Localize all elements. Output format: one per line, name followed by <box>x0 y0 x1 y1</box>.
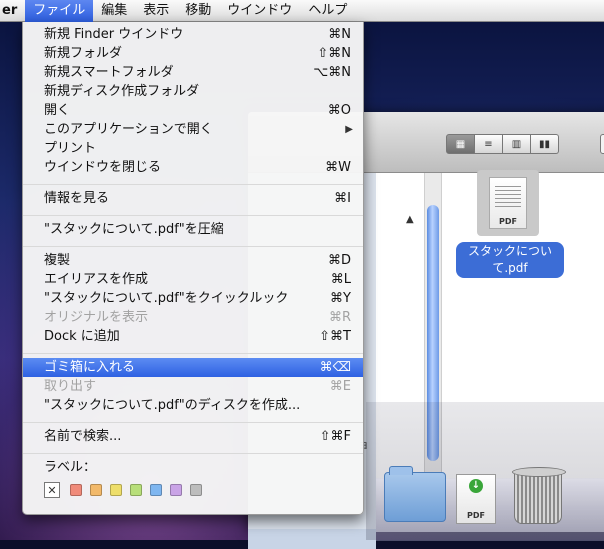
menu-item-add-to-dock[interactable]: Dock に追加 ⇧⌘T <box>23 327 363 346</box>
dock-pdf-badge: PDF <box>467 511 485 520</box>
menu-separator <box>23 215 363 216</box>
menu-item-show-original: オリジナルを表示 ⌘R <box>44 310 351 325</box>
menu-item-new-finder-window[interactable]: 新規 Finder ウインドウ ⌘N <box>23 25 363 44</box>
menu-item-close-window[interactable]: ウインドウを閉じる ⌘W <box>23 158 363 177</box>
menu-app-name[interactable]: er <box>0 0 25 22</box>
menu-item-make-alias[interactable]: エイリアスを作成 ⌘L <box>23 270 363 289</box>
menu-go[interactable]: 移動 <box>177 0 219 22</box>
menu-item-open[interactable]: 開く ⌘O <box>23 101 363 120</box>
label-yellow-swatch[interactable] <box>110 484 122 496</box>
download-arrow-icon: ↓ <box>469 479 483 493</box>
menu-view[interactable]: 表示 <box>135 0 177 22</box>
list-view-icon[interactable]: ≡ <box>475 134 503 154</box>
menu-separator <box>23 453 363 454</box>
menu-separator <box>23 184 363 185</box>
menu-item-label-heading: ラベル： <box>44 460 97 475</box>
pdf-document-icon: PDF <box>489 177 527 229</box>
menu-item-print[interactable]: プリント <box>23 139 363 158</box>
menu-item-new-burn-folder[interactable]: 新規ディスク作成フォルダ <box>23 82 363 101</box>
pdf-file-icon[interactable]: PDF <box>477 170 539 236</box>
menu-window[interactable]: ウインドウ <box>219 0 300 22</box>
coverflow-view-icon[interactable]: ▮▮ <box>531 134 559 154</box>
label-purple-swatch[interactable] <box>170 484 182 496</box>
menu-help[interactable]: ヘルプ <box>300 0 355 22</box>
view-switcher: ▦ ≡ ▥ ▮▮ <box>446 134 559 154</box>
icon-view-icon[interactable]: ▦ <box>446 134 475 154</box>
menu-bar: er ファイル 編集 表示 移動 ウインドウ ヘルプ <box>0 0 604 22</box>
label-blue-swatch[interactable] <box>150 484 162 496</box>
label-swatches: ✕ <box>44 482 210 498</box>
label-gray-swatch[interactable] <box>190 484 202 496</box>
menu-item-new-folder[interactable]: 新規フォルダ ⇧⌘N <box>23 44 363 63</box>
file-menu: 新規 Finder ウインドウ ⌘N 新規フォルダ ⇧⌘N 新規スマートフォルダ… <box>22 22 364 515</box>
menu-item-eject: 取り出す ⌘E <box>44 379 351 394</box>
trash-icon[interactable] <box>512 467 566 524</box>
sidebar-selected-row[interactable] <box>248 529 376 549</box>
menu-item-new-smart-folder[interactable]: 新規スマートフォルダ ⌥⌘N <box>23 63 363 82</box>
file-name-label[interactable]: スタックについて.pdf <box>456 242 564 278</box>
menu-file[interactable]: ファイル <box>25 0 94 22</box>
menu-separator <box>23 246 363 247</box>
menu-edit[interactable]: 編集 <box>93 0 135 22</box>
menu-item-find-by-name[interactable]: 名前で検索... ⇧⌘F <box>23 427 363 446</box>
toolbar-button[interactable] <box>600 134 604 154</box>
pdf-badge: PDF <box>499 217 517 226</box>
dock-folder-icon[interactable] <box>384 466 446 522</box>
menu-item-burn-disc[interactable]: "スタックについて.pdf"のディスクを作成... <box>23 396 363 415</box>
dock-pdf-stack-icon[interactable]: ↓ PDF <box>456 474 496 524</box>
column-view-icon[interactable]: ▥ <box>503 134 531 154</box>
menu-item-move-to-trash[interactable]: ゴミ箱に入れる ⌘⌫ <box>23 358 363 377</box>
menu-separator <box>23 353 363 354</box>
menu-item-quick-look[interactable]: "スタックについて.pdf"をクイックルック ⌘Y <box>23 289 363 308</box>
submenu-arrow-icon: ▶ <box>345 124 353 135</box>
label-none-icon[interactable]: ✕ <box>44 482 60 498</box>
label-red-swatch[interactable] <box>70 484 82 496</box>
menu-item-get-info[interactable]: 情報を見る ⌘I <box>23 189 363 208</box>
menu-item-duplicate[interactable]: 複製 ⌘D <box>23 251 363 270</box>
label-orange-swatch[interactable] <box>90 484 102 496</box>
menu-separator <box>23 422 363 423</box>
scroll-up-arrow-icon[interactable]: ▲ <box>406 214 414 225</box>
menu-item-open-with[interactable]: このアプリケーションで開く ▶ <box>23 120 363 139</box>
label-green-swatch[interactable] <box>130 484 142 496</box>
menu-item-compress[interactable]: "スタックについて.pdf"を圧縮 <box>23 220 363 239</box>
